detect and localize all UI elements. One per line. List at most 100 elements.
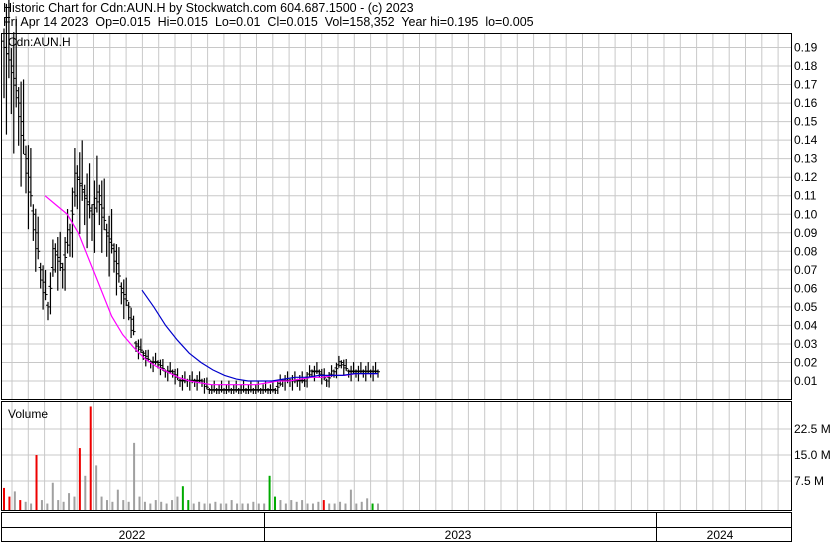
- volume-bar: [35, 455, 38, 510]
- volume-bar: [322, 500, 325, 510]
- price-tick-label: 0.12: [794, 170, 818, 184]
- volume-bar: [73, 496, 76, 510]
- volume-bar: [187, 500, 190, 510]
- volume-bar: [214, 501, 217, 510]
- volume-bar: [127, 501, 130, 510]
- volume-bar: [236, 503, 239, 510]
- volume-bar: [225, 503, 228, 510]
- price-tick-label: 0.16: [794, 96, 818, 110]
- volume-bar: [263, 503, 266, 510]
- volume-bar: [252, 501, 255, 510]
- chart-symbol-label: Cdn:AUN.H: [8, 35, 71, 49]
- volume-bar: [328, 503, 331, 510]
- volume-bar: [138, 496, 141, 510]
- price-tick-label: 0.08: [794, 244, 818, 258]
- volume-bar: [208, 503, 211, 510]
- volume-bar: [30, 503, 33, 510]
- volume-bar: [279, 500, 282, 510]
- volume-bar: [3, 487, 5, 510]
- time-axis-label: 2024: [707, 528, 734, 542]
- price-tick-label: 0.06: [794, 281, 818, 295]
- volume-bar: [143, 501, 146, 510]
- volume-bar: [366, 498, 369, 510]
- price-tick-label: 0.18: [794, 59, 818, 73]
- volume-axis-labels: 22.5 M 15.0 M 7.5 M: [794, 422, 830, 488]
- volume-bar: [274, 496, 277, 510]
- volume-bar: [377, 503, 379, 510]
- price-tick-label: 0.09: [794, 226, 818, 240]
- volume-bar: [133, 442, 136, 510]
- price-tick-label: 0.11: [794, 189, 817, 203]
- price-tick-label: 0.05: [794, 300, 818, 314]
- price-tick-label: 0.14: [794, 133, 818, 147]
- volume-bar: [219, 503, 222, 510]
- price-axis-labels: 0.19 0.18 0.17 0.16 0.15 0.14 0.13 0.12 0.11 0.10…: [794, 41, 818, 389]
- volume-bar: [284, 503, 287, 510]
- volume-bar: [62, 501, 65, 510]
- volume-bar: [181, 486, 184, 510]
- price-frame: [1, 33, 792, 400]
- volume-bar: [105, 500, 108, 510]
- price-tick-label: 0.19: [794, 41, 818, 55]
- volume-bar: [68, 493, 71, 510]
- price-grid: [2, 34, 791, 399]
- volume-bar: [149, 503, 152, 510]
- volume-bar: [257, 503, 260, 510]
- price-tick-label: 0.13: [794, 152, 818, 166]
- volume-bar: [268, 475, 271, 510]
- volume-bar: [100, 496, 103, 510]
- volume-bar: [116, 489, 119, 510]
- volume-bar: [176, 496, 179, 510]
- volume-bar: [311, 503, 314, 510]
- volume-bar: [360, 501, 363, 510]
- volume-bar: [246, 503, 249, 510]
- volume-bar: [111, 501, 114, 510]
- volume-bar: [241, 503, 244, 510]
- volume-bar: [230, 500, 233, 510]
- volume-bar: [40, 500, 43, 510]
- volume-bar: [78, 448, 81, 510]
- price-tick-label: 0.04: [794, 318, 818, 332]
- volume-panel-label: Volume: [8, 407, 48, 421]
- volume-bar: [349, 489, 352, 510]
- volume-bar: [339, 501, 342, 510]
- volume-bar: [192, 503, 195, 510]
- stock-chart: 0.19 0.18 0.17 0.16 0.15 0.14 0.13 0.12 0.11 0.10…: [1, 0, 830, 542]
- price-tick-label: 0.15: [794, 115, 818, 129]
- price-tick-label: 0.10: [794, 207, 818, 221]
- volume-bar: [51, 482, 54, 510]
- volume-bar: [57, 500, 60, 510]
- price-tick-label: 0.02: [794, 355, 818, 369]
- time-axis-label: 2022: [119, 528, 146, 542]
- volume-bar: [333, 503, 336, 510]
- volume-grid: [2, 402, 791, 510]
- volume-bar: [89, 406, 92, 510]
- volume-bar: [122, 500, 125, 510]
- volume-bar: [165, 503, 168, 510]
- volume-bar: [8, 496, 11, 510]
- volume-bar: [290, 500, 293, 510]
- volume-bar: [46, 503, 49, 510]
- volume-bar: [295, 501, 298, 510]
- volume-bar: [95, 465, 98, 510]
- volume-bar: [19, 500, 22, 510]
- volume-bar: [154, 500, 157, 510]
- volume-bar: [344, 503, 347, 510]
- volume-bar: [306, 503, 309, 510]
- volume-bar: [198, 501, 201, 510]
- price-tick-label: 0.17: [794, 78, 818, 92]
- volume-bar: [355, 503, 358, 510]
- price-tick-label: 0.07: [794, 263, 818, 277]
- moving-average-line: [141, 289, 378, 382]
- volume-bar: [84, 475, 87, 510]
- volume-bar: [203, 503, 206, 510]
- volume-bar: [13, 491, 16, 510]
- volume-bar: [371, 503, 374, 510]
- volume-bar: [301, 500, 304, 510]
- volume-bar: [317, 501, 320, 510]
- price-tick-label: 0.03: [794, 337, 818, 351]
- volume-tick-label: 22.5 M: [794, 422, 830, 436]
- volume-bar: [171, 500, 174, 510]
- volume-bar: [160, 501, 163, 510]
- volume-tick-label: 7.5 M: [794, 474, 824, 488]
